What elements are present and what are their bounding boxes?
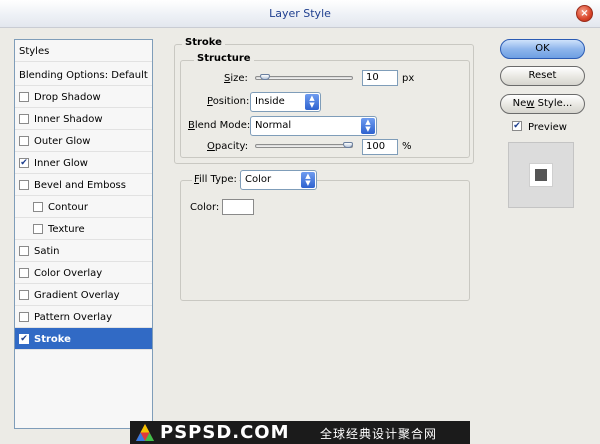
styles-header[interactable]: Styles (15, 40, 152, 62)
preview-thumbnail (508, 142, 574, 208)
style-item-label: Texture (48, 224, 85, 235)
style-item-label: Stroke (34, 334, 71, 345)
style-item-bevel-and-emboss[interactable]: Bevel and Emboss (15, 174, 152, 196)
style-item-inner-shadow[interactable]: Inner Shadow (15, 108, 152, 130)
color-swatch[interactable] (222, 199, 254, 215)
prism-logo-icon (136, 424, 154, 441)
style-checkbox[interactable] (33, 224, 43, 234)
style-item-label: Bevel and Emboss (34, 180, 126, 191)
style-checkbox[interactable] (19, 114, 29, 124)
opacity-slider-thumb[interactable] (343, 142, 353, 148)
style-checkbox[interactable] (19, 312, 29, 322)
fill-type-label: Fill Type: (192, 174, 239, 185)
preview-swatch (529, 163, 553, 187)
size-unit: px (402, 73, 415, 84)
new-style-label: New Style... (512, 98, 573, 109)
blend-mode-value: Normal (255, 120, 292, 131)
opacity-input[interactable]: 100 (362, 139, 398, 155)
blending-options-item[interactable]: Blending Options: Default (15, 64, 152, 86)
color-label: Color: (190, 202, 220, 213)
style-item-label: Pattern Overlay (34, 312, 113, 323)
style-checkbox[interactable] (19, 246, 29, 256)
style-item-label: Satin (34, 246, 60, 257)
position-select[interactable]: Inside ▲ ▼ (250, 92, 321, 112)
title-bar: Layer Style × (0, 0, 600, 28)
style-item-color-overlay[interactable]: Color Overlay (15, 262, 152, 284)
style-checkbox[interactable] (19, 180, 29, 190)
style-checkbox[interactable] (19, 92, 29, 102)
new-style-button[interactable]: New Style... (500, 94, 585, 114)
style-item-label: Gradient Overlay (34, 290, 120, 301)
watermark-brand: PSPSD.COM (160, 422, 290, 443)
style-item-label: Contour (48, 202, 88, 213)
blending-options-label: Blending Options: Default (19, 70, 148, 81)
style-item-drop-shadow[interactable]: Drop Shadow (15, 86, 152, 108)
style-checkbox[interactable] (19, 136, 29, 146)
preview-checkbox[interactable]: ✔ (512, 121, 522, 131)
position-value: Inside (255, 96, 285, 107)
style-item-inner-glow[interactable]: ✔ Inner Glow (15, 152, 152, 174)
style-checkbox[interactable]: ✔ (19, 334, 29, 344)
position-label: Position: (207, 96, 250, 107)
style-item-satin[interactable]: Satin (15, 240, 152, 262)
style-item-label: Outer Glow (34, 136, 91, 147)
style-item-texture[interactable]: Texture (15, 218, 152, 240)
stroke-title: Stroke (182, 37, 225, 48)
close-icon[interactable]: × (576, 5, 593, 22)
style-item-label: Color Overlay (34, 268, 103, 279)
window-title: Layer Style (269, 7, 331, 20)
structure-title: Structure (194, 53, 254, 64)
blend-mode-label: Blend Mode: (188, 120, 251, 131)
style-checkbox[interactable] (19, 290, 29, 300)
position-select-arrow-icon: ▲ ▼ (305, 94, 319, 110)
style-item-label: Drop Shadow (34, 92, 101, 103)
reset-button[interactable]: Reset (500, 66, 585, 86)
fill-type-select[interactable]: Color ▲ ▼ (240, 170, 317, 190)
styles-header-label: Styles (19, 46, 50, 57)
blend-mode-select-arrow-icon: ▲ ▼ (361, 118, 375, 134)
opacity-unit: % (402, 141, 412, 152)
ok-button[interactable]: OK (500, 39, 585, 59)
style-item-stroke[interactable]: ✔ Stroke (15, 328, 152, 350)
style-item-contour[interactable]: Contour (15, 196, 152, 218)
style-item-label: Inner Shadow (34, 114, 103, 125)
preview-label: Preview (528, 122, 567, 133)
style-checkbox[interactable] (33, 202, 43, 212)
style-checkbox[interactable] (19, 268, 29, 278)
fill-type-value: Color (245, 174, 272, 185)
watermark-banner: PSPSD.COM 全球经典设计聚合网 (130, 421, 470, 444)
style-item-outer-glow[interactable]: Outer Glow (15, 130, 152, 152)
preview-square-icon (535, 169, 547, 181)
style-checkbox[interactable]: ✔ (19, 158, 29, 168)
fill-type-select-arrow-icon: ▲ ▼ (301, 172, 315, 188)
blend-mode-select[interactable]: Normal ▲ ▼ (250, 116, 377, 136)
opacity-label: Opacity: (207, 141, 249, 152)
style-item-pattern-overlay[interactable]: Pattern Overlay (15, 306, 152, 328)
opacity-slider[interactable] (255, 144, 353, 148)
size-label: Size: (224, 73, 248, 84)
watermark-tagline: 全球经典设计聚合网 (320, 427, 438, 441)
style-item-label: Inner Glow (34, 158, 88, 169)
styles-list: Styles Blending Options: Default Drop Sh… (14, 39, 153, 429)
style-item-gradient-overlay[interactable]: Gradient Overlay (15, 284, 152, 306)
size-input[interactable]: 10 (362, 70, 398, 86)
